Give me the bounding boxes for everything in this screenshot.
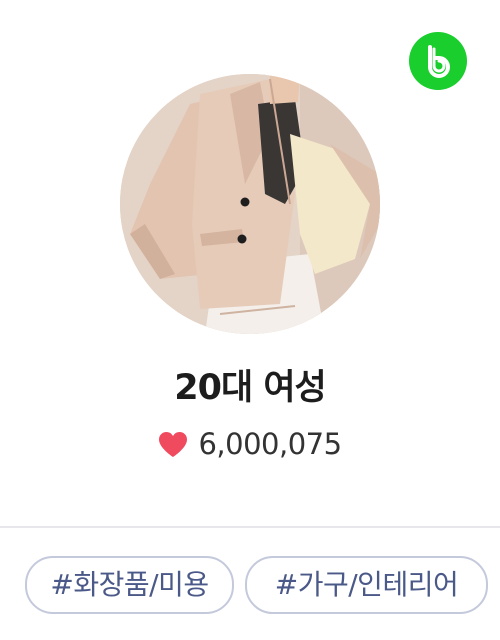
blog-b-icon[interactable] — [409, 32, 467, 90]
profile-photo — [120, 74, 380, 334]
avatar — [120, 74, 380, 334]
page-title: 20대 여성 — [174, 368, 327, 408]
heart-icon[interactable] — [158, 431, 188, 458]
likes-counter: 6,000,075 — [0, 424, 500, 464]
likes-count: 6,000,075 — [198, 427, 342, 461]
tag-furniture-interior[interactable]: #가구/인테리어 — [245, 556, 488, 614]
profile-card[interactable]: 20대 여성 6,000,075 #화장품/미용 #가구/인테리어 — [0, 0, 500, 640]
tag-cosmetics-beauty[interactable]: #화장품/미용 — [25, 556, 234, 614]
tag-list: #화장품/미용 #가구/인테리어 — [25, 556, 495, 614]
divider — [0, 526, 500, 528]
